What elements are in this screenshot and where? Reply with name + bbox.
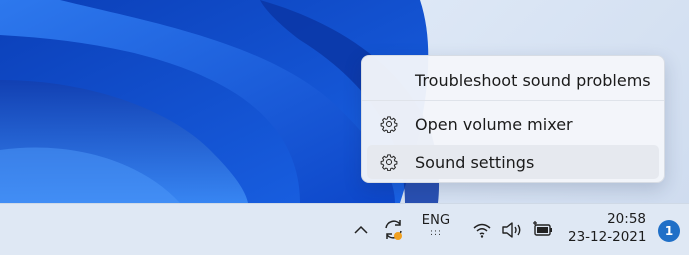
menu-item-label: Open volume mixer — [415, 114, 573, 134]
clock-date: 23-12-2021 — [568, 229, 647, 245]
wifi-icon[interactable] — [472, 221, 492, 239]
gear-icon — [380, 116, 398, 133]
menu-separator — [362, 100, 664, 101]
menu-item-sound-settings[interactable]: Sound settings — [367, 145, 659, 179]
taskbar-clock[interactable]: 20:58 23-12-2021 — [568, 211, 646, 245]
sound-context-menu: Troubleshoot sound problems Open volume … — [361, 55, 665, 183]
language-indicator[interactable]: ENG ::: — [418, 213, 454, 238]
menu-item-label: Troubleshoot sound problems — [415, 70, 651, 90]
keyboard-layout-indicator: ::: — [429, 228, 443, 238]
volume-icon[interactable] — [500, 220, 524, 240]
menu-item-open-volume-mixer[interactable]: Open volume mixer — [367, 107, 659, 141]
notification-badge[interactable]: 1 — [658, 220, 680, 242]
gear-icon — [380, 154, 398, 171]
chevron-up-icon[interactable] — [353, 224, 369, 236]
menu-item-troubleshoot-sound[interactable]: Troubleshoot sound problems — [367, 63, 659, 97]
clock-time: 20:58 — [607, 211, 646, 227]
language-code: ENG — [421, 213, 451, 228]
sync-icon[interactable] — [381, 217, 407, 243]
battery-charging-icon[interactable] — [531, 219, 555, 241]
taskbar: ENG ::: 20:58 23-12-2021 1 — [0, 203, 689, 255]
menu-item-label: Sound settings — [415, 152, 535, 172]
